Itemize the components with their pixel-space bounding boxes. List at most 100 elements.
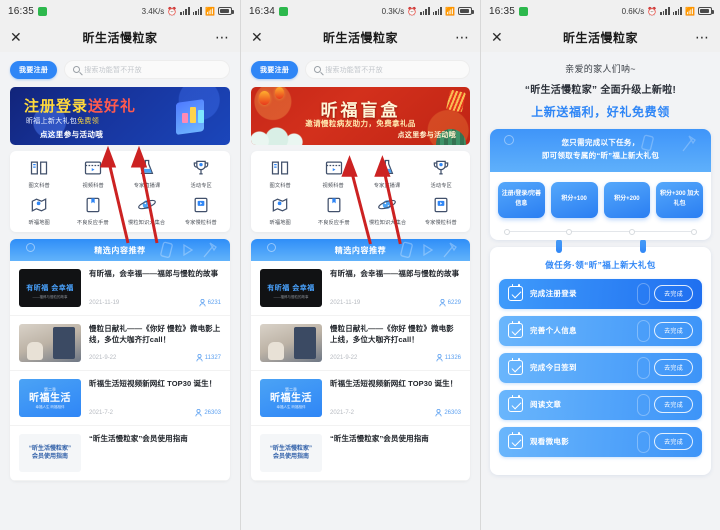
more-options-icon[interactable]: ⋯ [695,30,710,44]
grid-item-shipinkepu[interactable]: 视频科普 [307,158,361,189]
task-action-button[interactable]: 去完成 [654,396,693,413]
task-row[interactable]: 观看微电影 去完成 [499,426,702,457]
item-date: 2021-9-22 [330,355,358,361]
item-body: 有昕福，会幸福——福郎与慢粒的故事 2021-11-19 6231 [89,269,221,307]
promo-banner-register[interactable]: 注册登录送好礼 昕福上新大礼包免费领 点这里参与活动哦 [10,87,230,145]
views-icon [199,299,206,307]
grid-item-zhibo[interactable]: 专家直播课 [120,158,174,189]
list-item[interactable]: 第二季 昕福生活 幸福人生 昕福相伴 昕福生活短视频新网红 TOP30 诞生！ … [251,371,470,426]
close-icon[interactable]: ✕ [10,30,22,44]
item-title: 有昕福，会幸福——福郎与慢粒的故事 [89,269,219,278]
grid-item-zhibo[interactable]: 专家直播课 [361,158,415,189]
grid-label: 活动专区 [430,183,452,189]
task-row[interactable]: 完成注册登录 去完成 [499,278,702,309]
task-row[interactable]: 完成今日签到 去完成 [499,352,702,383]
reward-card-header: 您只需完成以下任务， 即可领取专属的“昕”福上新大礼包 [490,129,711,172]
search-input[interactable]: 搜索功能暂不开放 [305,60,470,79]
thumb-title: “昕生活慢粒家” 会员使用指南 [269,445,312,460]
progress-node [690,228,697,235]
grid-item-tuwenkepu[interactable]: 图文科普 [253,158,307,189]
thumb-subtitle: 幸福人生 昕福相伴 [276,404,306,409]
views-count: 6231 [207,300,221,306]
bubble-decoration [26,243,35,252]
reward-tile[interactable]: 积分+300 加大礼包 [656,181,703,218]
grid-item-zhuanjia[interactable]: 专家慢粒科普 [414,195,468,226]
grid-item-shipinkepu[interactable]: 视频科普 [66,158,120,189]
grid-item-ditu[interactable]: 昕福地图 [12,195,66,226]
item-thumbnail: 第二季 昕福生活 幸福人生 昕福相伴 [19,379,81,417]
network-speed: 0.3K/s [381,6,405,16]
grid-item-zhuanjia[interactable]: 专家慢粒科普 [174,195,228,226]
views-count: 6229 [447,300,461,306]
recommend-header: 精选内容推荐 [251,239,470,261]
live-icon [381,159,394,175]
thumb-title: “昕生活慢粒家” 会员使用指南 [28,445,71,460]
task-row[interactable]: 阅读文章 去完成 [499,389,702,420]
reward-tile[interactable]: 注册/登录/完善信息 [498,181,545,218]
reward-tiles: 注册/登录/完善信息 积分+100 积分+200 积分+300 加大礼包 [490,172,711,224]
item-meta: 2021-7-2 26303 [330,409,461,417]
task-action-button[interactable]: 去完成 [654,359,693,376]
register-button[interactable]: 我要注册 [251,60,299,79]
thumb-season: 第二季 [44,386,56,392]
progress-node [628,228,635,235]
notification-icon [279,6,289,16]
list-item[interactable]: “昕生活慢粒家” 会员使用指南 “昕生活慢粒家”会员使用指南 [10,426,230,481]
item-date: 2021-7-2 [330,410,355,416]
grid-item-zhishi[interactable]: 慢粒知识大集合 [361,195,415,226]
nav-bar: ✕ 昕生活慢粒家 ⋯ [241,22,480,52]
task-name: 完成注册登录 [530,289,577,298]
close-icon[interactable]: ✕ [491,30,503,44]
book-icon [30,161,48,175]
status-left: 16:35 [489,6,529,17]
close-icon[interactable]: ✕ [251,30,263,44]
item-views: 6231 [199,299,221,307]
more-options-icon[interactable]: ⋯ [215,30,230,44]
item-date: 2021-11-19 [89,300,120,306]
signal-icon [192,7,203,15]
list-item[interactable]: 有昕福 会幸福 ——福郎与慢粒的故事 有昕福，会幸福——福郎与慢粒的故事 202… [10,261,230,316]
manual-icon [86,197,100,213]
recommend-section-1: 精选内容推荐 有昕福 会幸福 ——福郎与慢粒的故事 有昕福，会幸福——福郎与慢粒… [10,239,230,481]
task-name: 完成今日签到 [530,363,577,372]
grid-item-huodong[interactable]: 活动专区 [174,158,228,189]
grid-item-tuwenkepu[interactable]: 图文科普 [12,158,66,189]
thumb-title: 有昕福 会幸福 [267,285,315,292]
grid-item-huodong[interactable]: 活动专区 [414,158,468,189]
grid-item-shouce[interactable]: 不良反应手册 [66,195,120,226]
grid-item-ditu[interactable]: 昕福地图 [253,195,307,226]
thumb-subtitle: ——福郎与慢粒的故事 [273,295,309,299]
register-button[interactable]: 我要注册 [10,60,58,79]
grid-label: 专家直播课 [374,183,401,189]
banner-illustration [166,95,212,135]
grid-item-zhishi[interactable]: 慢粒知识大集合 [120,195,174,226]
task-action-button[interactable]: 去完成 [654,322,693,339]
item-title: “昕生活慢粒家”会员使用指南 [89,434,188,443]
search-input[interactable]: 搜索功能暂不开放 [64,60,230,79]
search-row: 我要注册 搜索功能暂不开放 [0,52,240,84]
grid-item-shouce[interactable]: 不良反应手册 [307,195,361,226]
status-right: 3.4K/s ⏰ 📶 [142,7,234,16]
views-icon [436,354,443,362]
task-action-button[interactable]: 去完成 [654,433,693,450]
list-item[interactable]: “昕生活慢粒家” 会员使用指南 “昕生活慢粒家”会员使用指南 [251,426,470,481]
list-item[interactable]: 慢粒日献礼——《你好 慢粒》微电影上线，多位大咖齐打call！ 2021-9-2… [251,316,470,371]
reward-tile[interactable]: 积分+100 [550,181,598,218]
recommend-header-label: 精选内容推荐 [334,245,387,255]
grid-label: 图文科普 [28,183,50,189]
reward-tile[interactable]: 积分+200 [603,181,651,218]
task-row[interactable]: 完善个人信息 去完成 [499,315,702,346]
promo-banner-blindbox[interactable]: 昕福盲盒 邀请慢粒病友助力，免费拿礼品 点这里参与活动哦 [251,87,470,145]
list-item[interactable]: 第二季 昕福生活 幸福人生 昕福相伴 昕福生活短视频新网红 TOP30 诞生！ … [10,371,230,426]
video-icon [84,161,102,175]
page-title: 昕生活慢粒家 [562,30,638,45]
more-options-icon[interactable]: ⋯ [455,30,470,44]
list-item[interactable]: 慢粒日献礼——《你好 慢粒》微电影上线，多位大咖齐打call！ 2021-9-2… [10,316,230,371]
list-item[interactable]: 有昕福 会幸福 ——福郎与慢粒的故事 有昕福，会幸福——福郎与慢粒的故事 202… [251,261,470,316]
item-title: 有昕福，会幸福——福郎与慢粒的故事 [330,269,460,278]
item-meta: 2021-11-19 6231 [89,299,221,307]
task-action-button[interactable]: 去完成 [654,285,693,302]
item-thumbnail [19,324,81,362]
signal-icon [672,7,683,15]
notification-icon [38,6,48,16]
